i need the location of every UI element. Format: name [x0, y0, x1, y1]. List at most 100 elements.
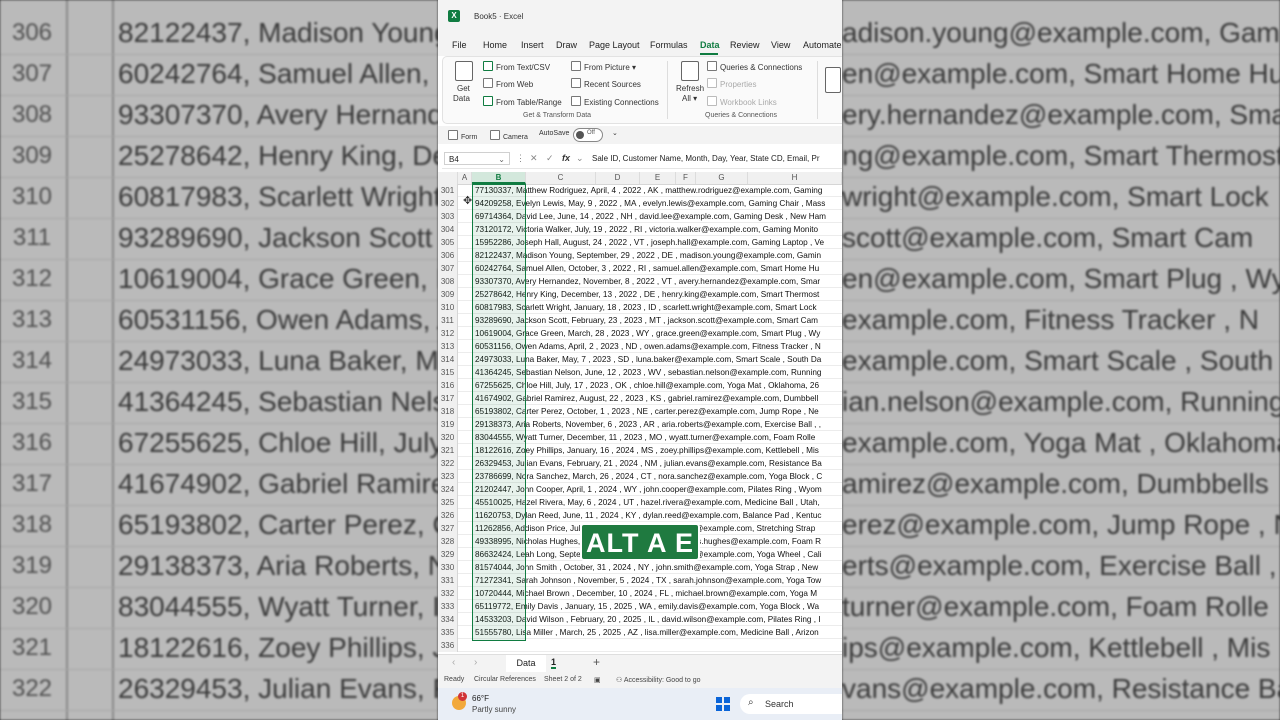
table-row[interactable]: 321 18122616, Zoey Phillips, January, 16 …: [438, 444, 842, 457]
cancel-icon[interactable]: ✕: [530, 153, 538, 164]
cell-b-value[interactable]: 81574044, John Smith , October, 31 , 202…: [475, 561, 818, 574]
row-number[interactable]: 312: [438, 327, 458, 340]
refresh-all-label[interactable]: All ▾: [682, 94, 697, 103]
table-row[interactable]: 317 41674902, Gabriel Ramirez, August, 22…: [438, 392, 842, 405]
tab-page-layout[interactable]: Page Layout: [589, 40, 640, 50]
cell-b-value[interactable]: 23786699, Nora Sanchez, March, 26 , 2024…: [475, 470, 822, 483]
cell-b-value[interactable]: 93307370, Avery Hernandez, November, 8 ,…: [475, 275, 820, 288]
column-header-g[interactable]: G: [696, 172, 748, 184]
windows-start-icon[interactable]: [716, 697, 730, 711]
table-row[interactable]: 324 21202447, John Cooper, April, 1 , 202…: [438, 483, 842, 496]
table-row[interactable]: 319 29138373, Aria Roberts, November, 6 ,…: [438, 418, 842, 431]
table-row[interactable]: 314 24973033, Luna Baker, May, 7 , 2023 ,…: [438, 353, 842, 366]
table-row[interactable]: 323 23786699, Nora Sanchez, March, 26 , 2…: [438, 470, 842, 483]
cell-b-value[interactable]: 45510025, Hazel Rivera, May, 6 , 2024 , …: [475, 496, 820, 509]
cell-b-value[interactable]: 25278642, Henry King, December, 13 , 202…: [475, 288, 819, 301]
cell-b-value[interactable]: 65119772, Emily Davis , January, 15 , 20…: [475, 600, 819, 613]
column-header-f[interactable]: F: [676, 172, 696, 184]
table-row[interactable]: 301 77130337, Matthew Rodriguez, April, 4…: [438, 184, 842, 197]
table-row[interactable]: 312 10619004, Grace Green, March, 28 , 20…: [438, 327, 842, 340]
row-number[interactable]: 326: [438, 509, 458, 522]
properties-button[interactable]: Properties: [707, 78, 756, 89]
cell-b-value[interactable]: 51555780, Lisa Miller , March, 25 , 2025…: [475, 626, 819, 639]
table-row[interactable]: 306 82122437, Madison Young, September, 2…: [438, 249, 842, 262]
table-row[interactable]: 302 94209258, Evelyn Lewis, May, 9 , 2022…: [438, 197, 842, 210]
cell-b-value[interactable]: 60242764, Samuel Allen, October, 3 , 202…: [475, 262, 819, 275]
table-row[interactable]: 303 69714364, David Lee, June, 14 , 2022 …: [438, 210, 842, 223]
sheet-tab-data[interactable]: Data: [506, 655, 546, 672]
from-web-button[interactable]: From Web: [483, 78, 533, 89]
row-number[interactable]: 318: [438, 405, 458, 418]
cell-b-value[interactable]: 83044555, Wyatt Turner, December, 11 , 2…: [475, 431, 815, 444]
cell-b-value[interactable]: 93289690, Jackson Scott, February, 23 , …: [475, 314, 818, 327]
column-header-e[interactable]: E: [640, 172, 676, 184]
table-row[interactable]: 334 14533203, David Wilson , February, 20…: [438, 613, 842, 626]
formula-content[interactable]: Sale ID, Customer Name, Month, Day, Year…: [592, 154, 820, 163]
queries-connections-button[interactable]: Queries & Connections: [707, 61, 802, 72]
cell-b-value[interactable]: 10720444, Michael Brown , December, 10 ,…: [475, 587, 817, 600]
table-row[interactable]: 326 11620753, Dylan Reed, June, 11 , 2024…: [438, 509, 842, 522]
add-sheet-button[interactable]: +: [593, 655, 600, 669]
autosave-toggle[interactable]: Off: [573, 128, 603, 142]
row-number[interactable]: 334: [438, 613, 458, 626]
row-number[interactable]: 308: [438, 275, 458, 288]
row-number[interactable]: 331: [438, 574, 458, 587]
row-number[interactable]: 313: [438, 340, 458, 353]
weather-description[interactable]: Partly sunny: [472, 705, 516, 714]
cell-b-value[interactable]: 67255625, Chloe Hill, July, 17 , 2023 , …: [475, 379, 819, 392]
cell-b-value[interactable]: 69714364, David Lee, June, 14 , 2022 , N…: [475, 210, 826, 223]
row-number[interactable]: 315: [438, 366, 458, 379]
table-row[interactable]: 309 25278642, Henry King, December, 13 , …: [438, 288, 842, 301]
status-circular-references[interactable]: Circular References: [474, 676, 536, 683]
table-row[interactable]: 331 71272341, Sarah Johnson , November, 5…: [438, 574, 842, 587]
table-row[interactable]: 305 15952286, Joseph Hall, August, 24 , 2…: [438, 236, 842, 249]
scroll-tabs-right-icon[interactable]: ›: [474, 657, 477, 668]
row-number[interactable]: 301: [438, 184, 458, 197]
row-number[interactable]: 303: [438, 210, 458, 223]
tab-draw[interactable]: Draw: [556, 40, 577, 50]
row-number[interactable]: 314: [438, 353, 458, 366]
cell-b-value[interactable]: 24973033, Luna Baker, May, 7 , 2023 , SD…: [475, 353, 821, 366]
insert-function-icon[interactable]: fx: [562, 153, 570, 163]
customize-qat-icon[interactable]: ⌄: [612, 129, 618, 137]
macro-record-icon[interactable]: ▣: [594, 676, 601, 684]
cell-b-value[interactable]: 94209258, Evelyn Lewis, May, 9 , 2022 , …: [475, 197, 825, 210]
workbook-links-button[interactable]: Workbook Links: [707, 96, 777, 107]
recent-sources-button[interactable]: Recent Sources: [571, 78, 641, 89]
table-row[interactable]: 332 10720444, Michael Brown , December, 1…: [438, 587, 842, 600]
weather-temperature[interactable]: 66°F: [472, 694, 489, 703]
cell-b-value[interactable]: 71272341, Sarah Johnson , November, 5 , …: [475, 574, 821, 587]
row-number[interactable]: 325: [438, 496, 458, 509]
row-number[interactable]: 335: [438, 626, 458, 639]
cell-b-value[interactable]: 15952286, Joseph Hall, August, 24 , 2022…: [475, 236, 824, 249]
camera-button[interactable]: Camera: [490, 130, 528, 141]
cell-b-value[interactable]: 60531156, Owen Adams, April, 2 , 2023 , …: [475, 340, 821, 353]
cell-b-value[interactable]: 41674902, Gabriel Ramirez, August, 22 , …: [475, 392, 818, 405]
cell-b-value[interactable]: 21202447, John Cooper, April, 1 , 2024 ,…: [475, 483, 822, 496]
enter-icon[interactable]: ✓: [546, 153, 554, 164]
row-number[interactable]: 323: [438, 470, 458, 483]
cell-b-value[interactable]: 73120172, Victoria Walker, July, 19 , 20…: [475, 223, 818, 236]
row-number[interactable]: 336: [438, 639, 458, 652]
stocks-icon[interactable]: [825, 67, 841, 93]
get-data-button[interactable]: Get: [457, 84, 470, 93]
existing-connections-button[interactable]: Existing Connections: [571, 96, 659, 107]
table-row[interactable]: 316 67255625, Chloe Hill, July, 17 , 2023…: [438, 379, 842, 392]
table-row[interactable]: 304 73120172, Victoria Walker, July, 19 ,…: [438, 223, 842, 236]
cell-b-value[interactable]: 29138373, Aria Roberts, November, 6 , 20…: [475, 418, 821, 431]
from-text-csv-button[interactable]: From Text/CSV: [483, 61, 550, 72]
scroll-tabs-left-icon[interactable]: ‹: [452, 657, 455, 668]
row-number[interactable]: 330: [438, 561, 458, 574]
row-number[interactable]: 319: [438, 418, 458, 431]
row-number[interactable]: 310: [438, 301, 458, 314]
row-number[interactable]: 329: [438, 548, 458, 561]
accessibility-status[interactable]: ⚇ Accessibility: Good to go: [616, 676, 701, 684]
get-data-button-label[interactable]: Data: [453, 94, 470, 103]
tab-view[interactable]: View: [771, 40, 790, 50]
more-options-icon[interactable]: ⋮: [516, 153, 525, 164]
table-row[interactable]: 320 83044555, Wyatt Turner, December, 11 …: [438, 431, 842, 444]
tab-file[interactable]: File: [452, 40, 467, 50]
cell-b-value[interactable]: 11620753, Dylan Reed, June, 11 , 2024 , …: [475, 509, 822, 522]
sheet-tab-1[interactable]: 1: [551, 657, 557, 669]
row-number[interactable]: 332: [438, 587, 458, 600]
